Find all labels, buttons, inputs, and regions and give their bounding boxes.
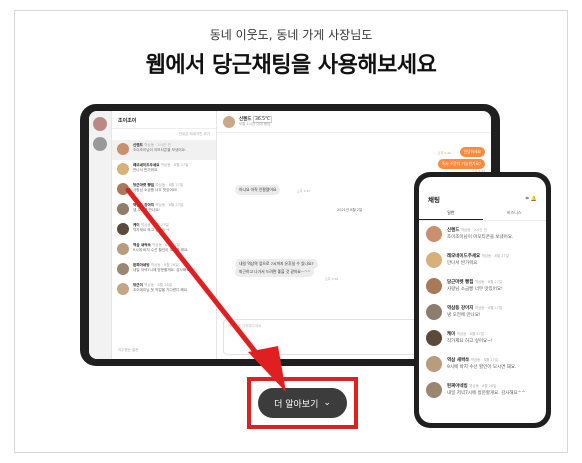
annotation-arrow xyxy=(125,187,286,392)
